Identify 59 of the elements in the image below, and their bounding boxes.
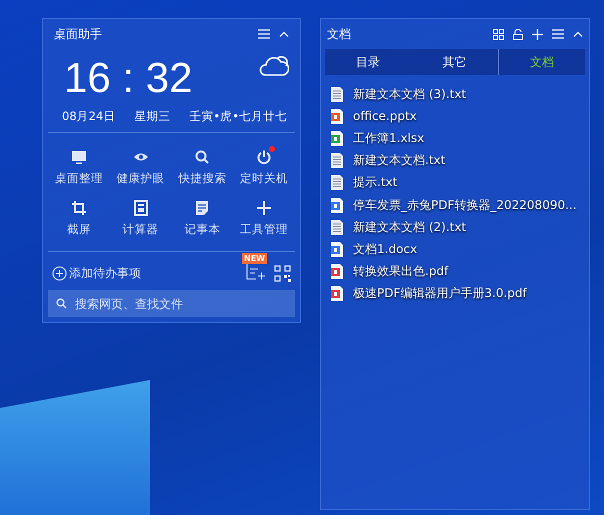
pdf-file-icon <box>331 264 343 280</box>
word-file-icon <box>331 242 343 257</box>
file-item[interactable]: 新建文本文档 (2).txt <box>331 216 589 238</box>
add-circle-icon <box>52 266 67 280</box>
crop-icon <box>70 200 87 216</box>
text-file-icon <box>331 175 343 190</box>
file-item[interactable]: 工作簿1.xlsx <box>331 127 589 150</box>
search-input[interactable]: 搜索网页、查找文件 <box>73 296 277 312</box>
tool-button[interactable]: 健康护眼 <box>110 149 172 186</box>
file-item[interactable]: 新建文本文档 (3).txt <box>331 83 589 106</box>
tab[interactable]: 其它 <box>411 49 498 75</box>
file-item[interactable]: 提示.txt <box>331 172 589 194</box>
cloud-icon <box>259 53 289 77</box>
sheet-file-icon <box>331 130 343 146</box>
file-item[interactable]: 转换效果出色.pdf <box>331 260 589 283</box>
menu-icon[interactable] <box>552 29 564 39</box>
file-item[interactable]: 新建文本文档.txt <box>331 150 589 172</box>
tool-button[interactable]: 计算器 <box>110 200 172 237</box>
text-file-icon <box>331 86 343 102</box>
tool-button[interactable]: 桌面整理 <box>48 149 110 186</box>
tool-button[interactable]: 快捷搜索 <box>172 149 234 186</box>
note-icon <box>194 200 210 216</box>
plus-icon <box>256 200 272 216</box>
collapse-icon[interactable] <box>279 31 289 37</box>
calculator-icon <box>132 200 149 216</box>
tool-button[interactable]: 工具管理 <box>233 200 295 237</box>
panel-title: 桌面助手 <box>54 26 103 42</box>
search-icon <box>194 149 210 165</box>
menu-icon[interactable] <box>258 29 270 39</box>
tool-button[interactable]: 记事本 <box>172 200 234 237</box>
date-text: 08月24日 <box>62 109 116 124</box>
plus-icon[interactable] <box>532 28 543 40</box>
clock-time: 16 : 32 <box>64 53 192 103</box>
weekday-text: 星期三 <box>134 109 170 124</box>
new-badge: NEW <box>242 253 267 264</box>
unlock-icon[interactable] <box>513 28 523 40</box>
tab[interactable]: 目录 <box>325 49 412 75</box>
file-item[interactable]: 停车发票_赤兔PDF转换器_202208090... <box>331 194 589 216</box>
lunar-date-text: 壬寅•虎•七月廿七 <box>189 109 287 124</box>
search-field[interactable]: 搜索网页、查找文件 <box>48 290 295 317</box>
add-todo-button[interactable]: 添加待办事项 <box>52 264 246 282</box>
tool-button[interactable]: 定时关机 <box>233 149 295 186</box>
grid-icon[interactable] <box>493 28 504 40</box>
file-item[interactable]: office.pptx <box>331 105 589 128</box>
collapse-icon[interactable] <box>573 31 583 37</box>
word-file-icon <box>331 198 343 213</box>
file-item[interactable]: 极速PDF编辑器用户手册3.0.pdf <box>331 282 589 305</box>
slides-file-icon <box>331 108 343 124</box>
power-icon <box>256 149 272 165</box>
file-item[interactable]: 文档1.docx <box>331 238 589 260</box>
text-file-icon <box>331 220 343 235</box>
text-file-icon <box>331 153 343 168</box>
search-icon <box>56 298 67 309</box>
panel-title: 文档 <box>327 26 352 42</box>
qr-code-icon[interactable] <box>274 264 291 282</box>
tab[interactable]: 文档 <box>498 49 585 75</box>
monitor-icon <box>70 149 87 165</box>
tool-button[interactable]: 截屏 <box>48 200 110 237</box>
pdf-file-icon <box>331 286 343 302</box>
